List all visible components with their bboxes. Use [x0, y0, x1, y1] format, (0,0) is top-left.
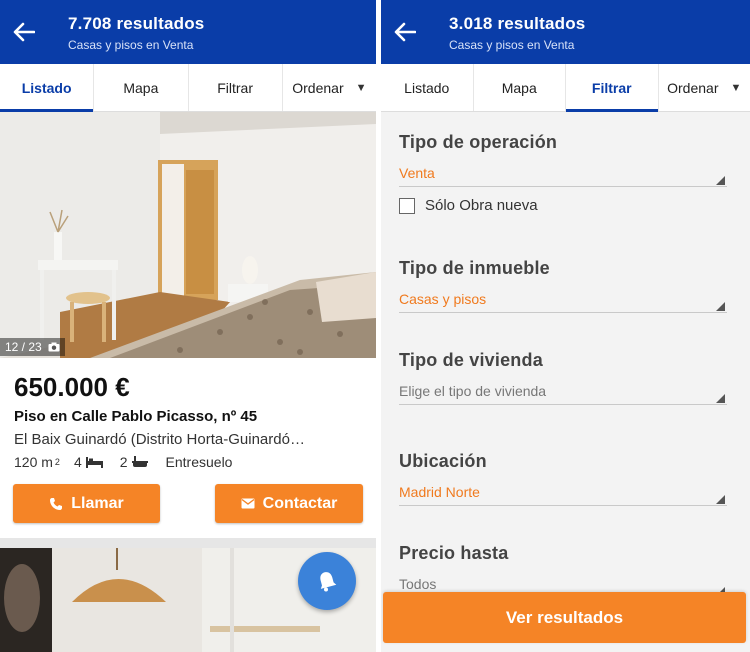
contact-button-label: Contactar	[262, 494, 338, 512]
max-price-value: Todos	[399, 576, 437, 592]
tab-ordenar[interactable]: Ordenar ▼	[657, 64, 750, 111]
alert-bell-button[interactable]	[298, 552, 356, 610]
listing-price: 650.000 €	[14, 372, 130, 402]
property-type-select[interactable]: Casas y pisos	[399, 291, 727, 313]
tab-filtrar[interactable]: Filtrar	[187, 64, 282, 111]
tab-label: Filtrar	[591, 79, 632, 96]
location-select[interactable]: Madrid Norte	[399, 484, 727, 506]
camera-icon	[48, 342, 60, 352]
tab-listado[interactable]: Listado	[381, 64, 473, 111]
envelope-icon	[241, 498, 255, 509]
filter-screen: 3.018 resultados Casas y pisos en Venta …	[381, 0, 750, 652]
floor-spec: Entresuelo	[165, 454, 233, 470]
bathtub-icon	[131, 456, 148, 467]
tab-label: Listado	[21, 79, 72, 96]
tab-label: Mapa	[501, 79, 537, 96]
filter-label: Tipo de vivienda	[399, 350, 543, 370]
results-count-title: 7.708 resultados	[68, 14, 205, 33]
property-type-value: Casas y pisos	[399, 291, 487, 307]
bed-icon	[85, 457, 103, 468]
location-value: Madrid Norte	[399, 484, 480, 500]
area-spec: 120 m2	[14, 454, 60, 470]
dropdown-caret-icon: ▼	[730, 81, 742, 94]
housing-type-select[interactable]: Elige el tipo de vivienda	[399, 383, 727, 405]
tab-label: Mapa	[123, 79, 159, 96]
photo-counter: 12 / 23	[0, 338, 65, 356]
new-build-checkbox-row[interactable]: Sólo Obra nueva	[399, 197, 727, 214]
filter-label: Tipo de operación	[399, 132, 558, 152]
tab-label: Ordenar	[667, 79, 719, 96]
view-results-label: Ver resultados	[505, 607, 624, 627]
filter-property-type: Tipo de inmueble Casas y pisos	[399, 258, 727, 313]
call-button-label: Llamar	[71, 494, 124, 512]
area-value: 120 m	[14, 454, 53, 470]
app-bar: 3.018 resultados Casas y pisos en Venta	[381, 0, 750, 64]
listing-title: Piso en Calle Pablo Picasso, nº 45	[14, 408, 258, 425]
filter-label: Tipo de inmueble	[399, 258, 550, 278]
back-arrow-icon[interactable]	[391, 18, 419, 46]
dropdown-caret-icon: ▼	[355, 81, 367, 94]
photo-counter-text: 12 / 23	[5, 340, 42, 354]
listing-address: El Baix Guinardó (Distrito Horta-Guinard…	[14, 431, 305, 448]
tab-mapa[interactable]: Mapa	[472, 64, 566, 111]
filter-housing-type: Tipo de vivienda Elige el tipo de vivien…	[399, 350, 727, 405]
rooms-spec: 4	[74, 454, 104, 470]
dropdown-triangle-icon	[716, 176, 725, 185]
listing-specs: 120 m2 4 2 Entresuelo	[14, 454, 232, 470]
results-listing-screen: 7.708 resultados Casas y pisos en Venta …	[0, 0, 376, 652]
dropdown-triangle-icon	[716, 394, 725, 403]
phone-icon	[50, 497, 63, 510]
filter-label: Precio hasta	[399, 543, 509, 563]
back-arrow-icon[interactable]	[10, 18, 38, 46]
view-results-button[interactable]: Ver resultados	[383, 592, 746, 643]
bedroom-photo	[0, 112, 376, 358]
tab-mapa[interactable]: Mapa	[93, 64, 187, 111]
filter-location: Ubicación Madrid Norte	[399, 451, 727, 506]
tab-label: Listado	[404, 79, 450, 96]
new-build-checkbox[interactable]	[399, 197, 415, 214]
listing-card[interactable]: 650.000 € Piso en Calle Pablo Picasso, n…	[0, 358, 376, 538]
tab-filtrar[interactable]: Filtrar	[565, 64, 658, 112]
contact-button[interactable]: Contactar	[215, 484, 363, 523]
baths-value: 2	[119, 454, 128, 470]
operation-select[interactable]: Venta	[399, 165, 727, 187]
filter-label: Ubicación	[399, 451, 487, 471]
bell-icon	[320, 572, 337, 592]
rooms-value: 4	[73, 454, 82, 470]
tab-label: Ordenar	[292, 79, 344, 96]
filter-operation: Tipo de operación Venta Sólo Obra nueva	[399, 132, 727, 214]
filter-max-price: Precio hasta Todos	[399, 543, 727, 598]
housing-type-placeholder: Elige el tipo de vivienda	[399, 383, 547, 399]
call-button[interactable]: Llamar	[13, 484, 160, 523]
tab-bar: Listado Mapa Filtrar Ordenar ▼	[381, 64, 750, 112]
search-subtitle: Casas y pisos en Venta	[68, 38, 194, 52]
new-build-label: Sólo Obra nueva	[425, 197, 538, 214]
tab-bar: Listado Mapa Filtrar Ordenar ▼	[0, 64, 376, 112]
area-unit-sup: 2	[54, 457, 60, 467]
tab-listado[interactable]: Listado	[0, 64, 94, 112]
tab-label: Filtrar	[217, 79, 254, 96]
baths-spec: 2	[120, 454, 148, 470]
tab-ordenar[interactable]: Ordenar ▼	[281, 64, 376, 111]
dropdown-triangle-icon	[716, 495, 725, 504]
app-bar: 7.708 resultados Casas y pisos en Venta	[0, 0, 376, 64]
dropdown-triangle-icon	[716, 302, 725, 311]
listing-photo[interactable]: 12 / 23	[0, 112, 376, 358]
operation-value: Venta	[399, 165, 435, 181]
search-subtitle: Casas y pisos en Venta	[449, 38, 575, 52]
results-count-title: 3.018 resultados	[449, 14, 586, 33]
